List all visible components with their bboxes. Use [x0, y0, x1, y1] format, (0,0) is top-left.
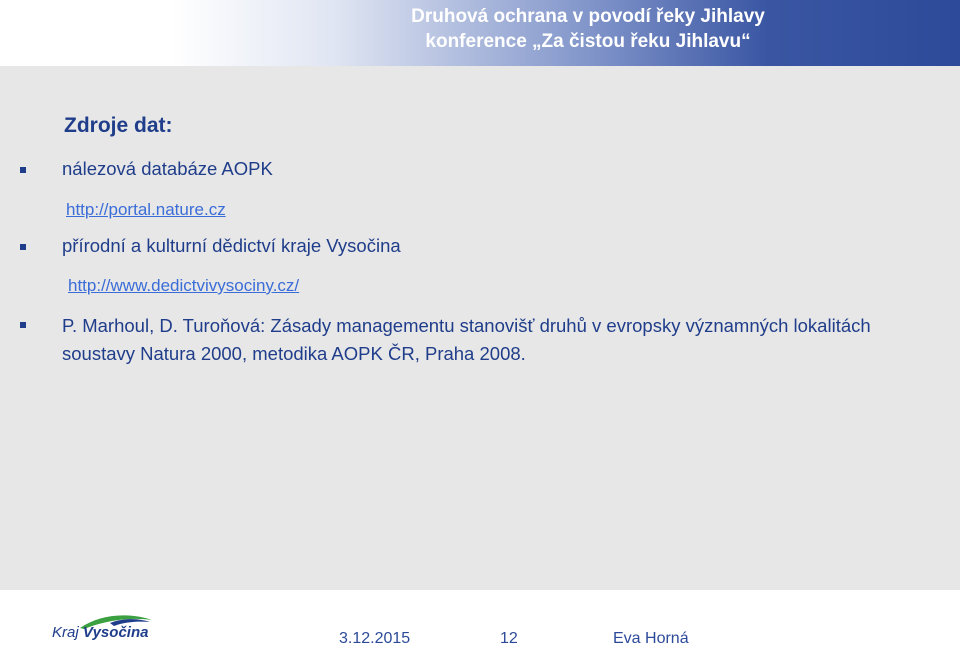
slide-title: Druhová ochrana v povodí řeky Jihlavy ko…	[328, 4, 848, 54]
reference-text: P. Marhoul, D. Turoňová: Zásady manageme…	[62, 315, 871, 364]
source-link[interactable]: http://portal.nature.cz	[66, 200, 226, 220]
bullet-marker	[20, 244, 26, 250]
list-item-text: nálezová databáze AOPK	[62, 158, 273, 179]
section-title: Zdroje dat:	[64, 114, 173, 137]
footer: Kraj Vysočina 3.12.2015 12 Eva Horná	[0, 590, 960, 648]
bullet-marker	[20, 322, 26, 328]
footer-page-number: 12	[500, 630, 518, 647]
kraj-vysocina-logo: Kraj Vysočina	[50, 612, 160, 644]
title-line-2: konference „Za čistou řeku Jihlavu“	[425, 31, 751, 52]
footer-author: Eva Horná	[613, 630, 689, 647]
list-item-text: přírodní a kulturní dědictví kraje Vysoč…	[62, 235, 401, 256]
logo-text-vysocina: Vysočina	[82, 624, 149, 641]
title-line-1: Druhová ochrana v povodí řeky Jihlavy	[411, 6, 765, 27]
footer-date: 3.12.2015	[339, 630, 411, 647]
bullet-marker	[20, 167, 26, 173]
source-link[interactable]: http://www.dedictvivysociny.cz/	[68, 276, 299, 296]
logo-text: Kraj Vysočina	[52, 624, 148, 641]
header-bar: Druhová ochrana v povodí řeky Jihlavy ko…	[0, 0, 960, 66]
logo-text-kraj: Kraj	[52, 624, 79, 641]
